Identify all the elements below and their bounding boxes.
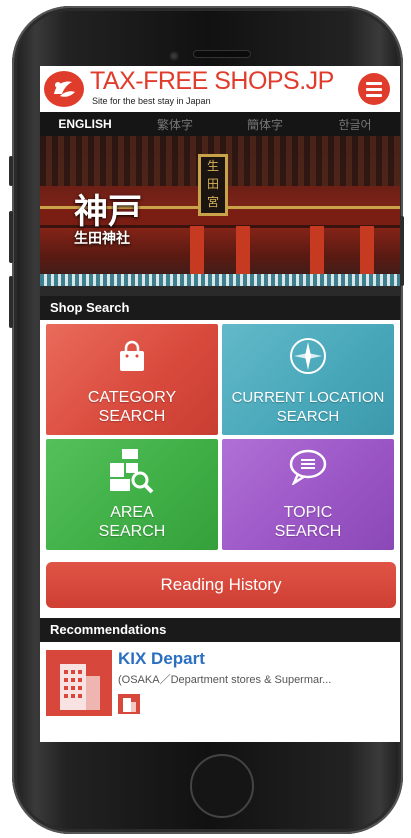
search-tiles: CATEGORY SEARCH CURRENT LOCATION SEARCH … xyxy=(40,320,400,550)
tile-label-line1: TOPIC xyxy=(283,504,333,521)
speech-bubble-icon xyxy=(289,449,327,485)
tile-label-line2: SEARCH xyxy=(274,523,342,540)
tile-label-line1: CURRENT LOCATION xyxy=(231,389,385,406)
compass-icon xyxy=(290,338,326,374)
shopping-bag-icon xyxy=(120,340,144,371)
tile-label-line2: SEARCH xyxy=(276,408,340,425)
front-camera xyxy=(168,50,180,62)
logo-icon[interactable] xyxy=(44,71,84,107)
department-store-icon xyxy=(118,694,140,714)
site-header: TAX-FREE SHOPS.JP Site for the best stay… xyxy=(40,66,400,112)
volume-down-button xyxy=(9,276,13,328)
shop-search-heading: Shop Search xyxy=(40,296,400,320)
earpiece-speaker xyxy=(194,51,250,57)
recommendation-item[interactable]: KIX Depart (OSAKA／Department stores & Su… xyxy=(40,642,400,722)
hero-title: 神戸 xyxy=(74,192,142,232)
shrine-floor xyxy=(40,286,400,296)
tile-label-line2: SEARCH xyxy=(98,523,166,540)
lang-english[interactable]: ENGLISH xyxy=(40,117,130,131)
volume-up-button xyxy=(9,211,13,263)
plaque-char: 宮 xyxy=(206,195,219,209)
tile-label-line1: CATEGORY xyxy=(87,389,177,406)
lang-korean[interactable]: 한글어 xyxy=(310,116,400,133)
site-subtitle: Site for the best stay in Japan xyxy=(92,96,211,106)
lang-traditional-chinese[interactable]: 繁体字 xyxy=(130,116,220,133)
tile-label-line2: SEARCH xyxy=(98,408,166,425)
app-screen: TAX-FREE SHOPS.JP Site for the best stay… xyxy=(40,66,400,742)
area-search-button[interactable]: AREA SEARCH xyxy=(46,439,218,550)
hero-subtitle: 生田神社 xyxy=(74,231,130,247)
shrine-plaque: 生 田 宮 xyxy=(198,154,228,216)
topic-search-button[interactable]: TOPIC SEARCH xyxy=(222,439,394,550)
current-location-search-button[interactable]: CURRENT LOCATION SEARCH xyxy=(222,324,394,435)
hero-banner: 生 田 宮 神戸 生田神社 xyxy=(40,136,400,296)
home-button xyxy=(190,754,254,818)
recommendation-name[interactable]: KIX Depart xyxy=(118,649,205,669)
tile-label-line1: AREA xyxy=(110,504,154,521)
mute-switch xyxy=(9,156,13,186)
plaque-char: 田 xyxy=(206,177,219,191)
building-thumbnail-icon xyxy=(46,650,112,716)
site-title[interactable]: TAX-FREE SHOPS.JP xyxy=(90,67,334,96)
lang-simplified-chinese[interactable]: 簡体字 xyxy=(220,116,310,133)
power-button xyxy=(400,216,404,286)
category-search-button[interactable]: CATEGORY SEARCH xyxy=(46,324,218,435)
recommendation-description: (OSAKA／Department stores & Supermar... xyxy=(118,674,332,686)
language-bar: ENGLISH 繁体字 簡体字 한글어 xyxy=(40,112,400,136)
recommendations-heading: Recommendations xyxy=(40,618,400,642)
plaque-char: 生 xyxy=(206,159,219,173)
reading-history-button[interactable]: Reading History xyxy=(46,562,396,608)
area-map-search-icon xyxy=(110,449,154,494)
hamburger-menu-icon[interactable] xyxy=(358,73,390,105)
